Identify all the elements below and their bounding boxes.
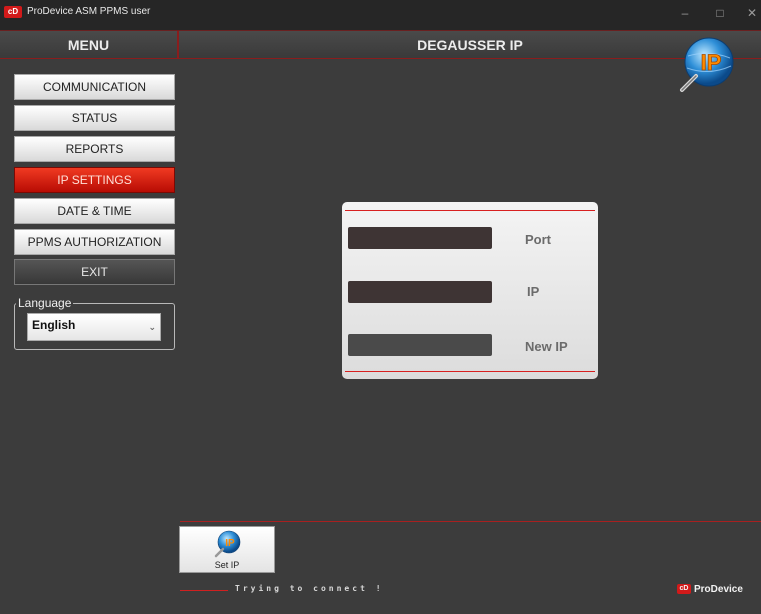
- port-input[interactable]: [348, 227, 492, 249]
- window-title: ProDevice ASM PPMS user: [27, 6, 151, 17]
- ip-badge-text: IP: [701, 50, 722, 75]
- menu-reports[interactable]: REPORTS: [14, 136, 175, 162]
- set-ip-label: Set IP: [214, 560, 240, 570]
- menu-ip-settings[interactable]: IP SETTINGS: [14, 167, 175, 193]
- menu-title: MENU: [0, 31, 179, 59]
- ip-globe-icon: IP: [680, 37, 734, 92]
- new-ip-label: New IP: [525, 339, 568, 354]
- menu-exit[interactable]: EXIT: [14, 259, 175, 285]
- panel-bottom-divider: [345, 371, 595, 372]
- port-label: Port: [525, 232, 551, 247]
- bottom-divider: [180, 521, 761, 522]
- language-legend: Language: [16, 296, 74, 310]
- set-ip-icon-text: IP: [225, 538, 235, 549]
- set-ip-button[interactable]: IP Set IP: [179, 526, 275, 573]
- status-indicator-line: [180, 590, 228, 591]
- brand-name: ProDevice: [694, 584, 743, 595]
- menu-date-time[interactable]: DATE & TIME: [14, 198, 175, 224]
- header-bar: MENU DEGAUSSER IP: [0, 30, 761, 59]
- new-ip-input[interactable]: [348, 334, 492, 356]
- brand-logo-icon: cD: [677, 584, 691, 595]
- status-message: Trying to connect !: [235, 584, 384, 593]
- close-button[interactable]: ✕: [744, 6, 760, 20]
- panel-top-divider: [345, 210, 595, 211]
- ip-label: IP: [527, 284, 540, 299]
- app-logo-icon: cD: [4, 6, 22, 18]
- language-selected-value: English: [32, 318, 76, 332]
- chevron-down-icon: ⌄: [148, 322, 156, 332]
- menu-status[interactable]: STATUS: [14, 105, 175, 131]
- brand-footer: cD ProDevice: [677, 584, 743, 595]
- ip-input[interactable]: [348, 281, 492, 303]
- page-title: DEGAUSSER IP: [417, 37, 523, 53]
- title-bar: cD ProDevice ASM PPMS user – □ ✕: [0, 0, 761, 30]
- language-select[interactable]: English ⌄: [27, 313, 161, 341]
- menu-ppms-authorization[interactable]: PPMS AUTHORIZATION: [14, 229, 175, 255]
- set-ip-icon: IP: [214, 530, 241, 558]
- menu-communication[interactable]: COMMUNICATION: [14, 74, 175, 100]
- maximize-button[interactable]: □: [712, 6, 728, 20]
- minimize-button[interactable]: –: [677, 6, 693, 20]
- ip-settings-panel: Port IP New IP: [342, 202, 598, 379]
